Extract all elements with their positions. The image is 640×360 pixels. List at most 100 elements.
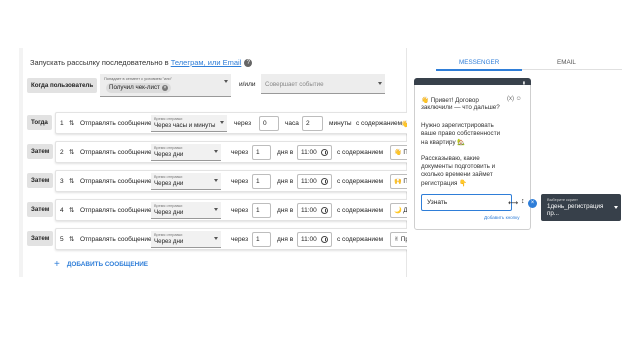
step-row: Затем 5 ⇅ Отправлять сообщение Время отправк… xyxy=(27,228,416,250)
preview-text: на квартиру 🏡 xyxy=(421,139,466,146)
link-arrow-icon[interactable]: ⟷ xyxy=(508,199,518,207)
clock-icon[interactable] xyxy=(321,236,328,243)
send-time-value: Через дни xyxy=(154,151,184,158)
and-or-label: и/или xyxy=(239,81,256,88)
send-time-value: Через часы и минуты xyxy=(154,122,216,129)
add-message-label: ДОБАВИТЬ СООБЩЕНИЕ xyxy=(66,261,149,268)
time-input[interactable]: 11:00 xyxy=(297,145,332,160)
step-tag: Тогда xyxy=(27,115,52,130)
send-time-value: Через дни xyxy=(154,209,184,216)
chevron-down-icon xyxy=(214,179,218,182)
chevron-down-icon xyxy=(614,206,618,209)
step-number: 5 xyxy=(60,236,64,243)
preview-text: регистрация 👇 xyxy=(421,180,467,187)
script-select[interactable]: Выберите скрипт 1день_регистрация пр... xyxy=(541,194,621,221)
step-tag: Затем xyxy=(27,173,54,188)
plus-icon: + xyxy=(54,259,60,270)
send-time-label: Время отправки xyxy=(154,174,183,179)
sort-icon[interactable]: ⇅ xyxy=(69,206,74,214)
clock-icon[interactable] xyxy=(321,178,328,185)
send-time-select[interactable]: Время отправки Через дни xyxy=(151,144,221,161)
preview-header: ▮ xyxy=(414,78,531,85)
chevron-down-icon xyxy=(224,80,228,83)
send-time-label: Время отправки xyxy=(154,116,183,121)
segment-chip-label: Получил чек-лист xyxy=(109,84,160,91)
step-card: 2 ⇅ Отправлять сообщение Время отправки Чере… xyxy=(55,141,416,163)
send-time-value: Через дни xyxy=(154,180,184,187)
event-select[interactable]: Совершает событие xyxy=(261,74,385,94)
days-input[interactable]: 1 xyxy=(252,145,271,160)
clock-icon[interactable] xyxy=(321,207,328,214)
step-number: 4 xyxy=(60,207,64,214)
send-time-select[interactable]: Время отправки Через дни xyxy=(151,231,221,248)
tab-divider xyxy=(522,69,622,70)
emoji-variable-controls[interactable]: (x) ☺ xyxy=(507,96,522,102)
send-time-label: Время отправки xyxy=(154,232,183,237)
step-action: Отправлять сообщение xyxy=(80,207,152,214)
step-row: Затем 3 ⇅ Отправлять сообщение Время отправк… xyxy=(27,170,416,192)
send-time-select[interactable]: Время отправки Через дни xyxy=(151,173,221,190)
script-value-cont: пр... xyxy=(547,210,559,217)
time-input[interactable]: 11:00 xyxy=(297,232,332,247)
time-input[interactable]: 11:00 xyxy=(297,174,332,189)
help-icon[interactable]: ? xyxy=(244,59,253,68)
sort-icon[interactable]: ⇅ xyxy=(69,177,74,185)
preview-text: Нужно зарегистрировать xyxy=(421,122,494,129)
chevron-down-icon xyxy=(220,121,224,124)
add-message-button[interactable]: + ДОБАВИТЬ СООБЩЕНИЕ xyxy=(54,259,148,270)
chevron-down-icon xyxy=(214,237,218,240)
hours-unit: часа xyxy=(285,120,299,127)
sort-icon[interactable]: ⇅ xyxy=(69,235,74,243)
preview-text: 👋 Привет! Договор xyxy=(421,97,479,104)
step-action: Отправлять сообщение xyxy=(80,178,152,185)
channel-link[interactable]: Телеграм, или Email xyxy=(171,58,242,67)
tab-email[interactable]: EMAIL xyxy=(557,59,576,66)
content-label: с содержанием xyxy=(337,149,384,156)
days-input[interactable]: 1 xyxy=(252,203,271,218)
send-time-label: Время отправки xyxy=(154,203,183,208)
chevron-down-icon xyxy=(214,150,218,153)
days-input[interactable]: 1 xyxy=(252,174,271,189)
close-icon[interactable]: × xyxy=(528,199,537,208)
script-label: Выберите скрипт xyxy=(547,197,578,202)
step-row: Затем 4 ⇅ Отправлять сообщение Время отправк… xyxy=(27,199,416,221)
send-time-select[interactable]: Время отправки Через дни xyxy=(151,202,221,219)
segment-chip[interactable]: Получил чек-лист × xyxy=(106,83,171,93)
preview-text: документы подготовить и xyxy=(421,163,496,170)
title-prefix: Запускать рассылку последовательно в xyxy=(30,58,171,67)
sort-icon[interactable]: ⇅ xyxy=(69,148,74,156)
step-number: 3 xyxy=(60,178,64,185)
segment-condition-field[interactable]: Попадает в сегмент с условием "или" Полу… xyxy=(100,74,231,97)
days-unit: дня в xyxy=(277,207,294,214)
page: Запускать рассылку последовательно в Тел… xyxy=(0,0,640,360)
sort-icon[interactable]: ⇅ xyxy=(69,119,74,127)
clock-icon[interactable] xyxy=(321,149,328,156)
minutes-input[interactable]: 2 xyxy=(302,116,323,131)
sequence-title: Запускать рассылку последовательно в Тел… xyxy=(30,58,253,68)
step-tag: Затем xyxy=(27,144,54,159)
step-tag: Затем xyxy=(27,231,54,246)
preview-text: Рассказываю, какие xyxy=(421,155,480,162)
hours-input[interactable]: 0 xyxy=(259,116,279,131)
battery-icon: ▮ xyxy=(522,79,525,85)
button-text-input[interactable]: Узнать xyxy=(421,194,512,211)
time-input[interactable]: 11:00 xyxy=(297,203,332,218)
time-value: 11:00 xyxy=(301,149,317,156)
step-action: Отправлять сообщение xyxy=(80,149,152,156)
send-time-select[interactable]: Время отправки Через часы и минуты xyxy=(151,115,227,132)
drag-handle-icon[interactable]: ↕ xyxy=(521,198,525,205)
content-label: с содержанием xyxy=(337,236,384,243)
time-value: 11:00 xyxy=(301,236,317,243)
chevron-down-icon xyxy=(378,82,382,85)
days-unit: дня в xyxy=(277,149,294,156)
days-input[interactable]: 1 xyxy=(252,232,271,247)
add-button-link[interactable]: Добавить кнопку xyxy=(484,215,520,220)
tab-messenger[interactable]: MESSENGER xyxy=(459,59,499,66)
content-label: с содержанием xyxy=(356,120,403,127)
chevron-down-icon xyxy=(214,208,218,211)
step-row: Тогда 1 ⇅ Отправлять сообщение Время отправк… xyxy=(27,112,416,134)
chip-remove-icon[interactable]: × xyxy=(161,84,168,91)
content-label: с содержанием xyxy=(337,207,384,214)
active-tab-indicator xyxy=(436,69,522,71)
through-label: через xyxy=(231,178,249,185)
